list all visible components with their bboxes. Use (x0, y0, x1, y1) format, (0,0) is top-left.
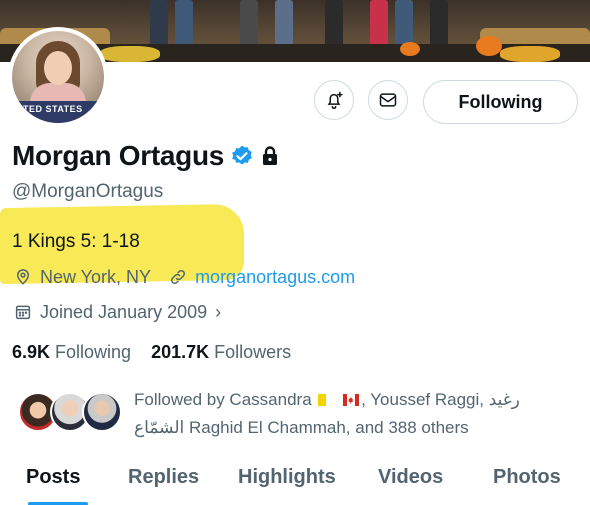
followed-by-avatars[interactable] (18, 392, 128, 438)
banner-pumpkin (476, 36, 502, 56)
followers-count: 201.7K (151, 342, 210, 362)
profile-name-row: Morgan Ortagus (12, 140, 280, 172)
notifications-button[interactable] (314, 80, 354, 120)
lock-icon (260, 145, 280, 167)
followed-by-middle: , Youssef Raggi, رغيد (361, 390, 520, 409)
tab-photos[interactable]: Photos (493, 466, 561, 489)
profile-joined-row[interactable]: Joined January 2009 › (12, 301, 221, 323)
calendar-icon (12, 301, 34, 323)
vatican-flag-icon (318, 394, 335, 406)
tab-highlights[interactable]: Highlights (238, 466, 336, 489)
tab-replies[interactable]: Replies (128, 466, 199, 489)
followers-label: Followers (214, 342, 292, 362)
bell-plus-icon (327, 91, 343, 110)
tab-posts[interactable]: Posts (26, 466, 80, 489)
avatar-podium-text: ITED STATES (20, 104, 83, 114)
avatar-photo: ITED STATES (12, 31, 104, 123)
envelope-icon (379, 93, 397, 107)
following-label: Following (55, 342, 132, 362)
followed-by-text[interactable]: Followed by Cassandra , Youssef Raggi, ر… (134, 386, 580, 442)
message-button[interactable] (368, 80, 408, 120)
profile-joined-date: Joined January 2009 (40, 301, 208, 322)
tab-videos[interactable]: Videos (378, 466, 443, 489)
followed-by-prefix: Followed by Cassandra (134, 390, 312, 409)
profile-name: Morgan Ortagus (12, 140, 225, 171)
banner-pumpkin (400, 42, 420, 56)
profile-avatar[interactable]: ITED STATES (8, 27, 108, 127)
profile-handle: @MorganOrtagus (12, 181, 164, 202)
following-stat[interactable]: 6.9K Following (12, 342, 131, 363)
banner-flowers (100, 46, 160, 62)
followers-stat[interactable]: 201.7K Followers (151, 342, 291, 363)
profile-bio: 1 Kings 5: 1-18 (12, 231, 140, 252)
following-count: 6.9K (12, 342, 51, 362)
canada-flag-icon (343, 394, 360, 406)
profile-location: New York, NY (40, 266, 152, 287)
profile-tabs: Posts Replies Highlights Videos Photos (0, 458, 590, 505)
profile-meta-row: New York, NY morganortagus.com (12, 266, 355, 288)
link-icon (167, 266, 189, 288)
followed-by-line2: الشمّاع Raghid El Chammah, and 388 other… (134, 418, 469, 437)
following-button[interactable]: Following (423, 80, 578, 124)
chevron-right-icon: › (215, 301, 222, 322)
follower-avatar (82, 392, 122, 432)
banner-flowers (500, 46, 560, 62)
verified-badge-icon[interactable] (230, 144, 254, 168)
profile-website-link[interactable]: morganortagus.com (195, 267, 355, 288)
profile-stats: 6.9K Following 201.7K Followers (12, 342, 291, 363)
location-pin-icon (12, 266, 34, 288)
